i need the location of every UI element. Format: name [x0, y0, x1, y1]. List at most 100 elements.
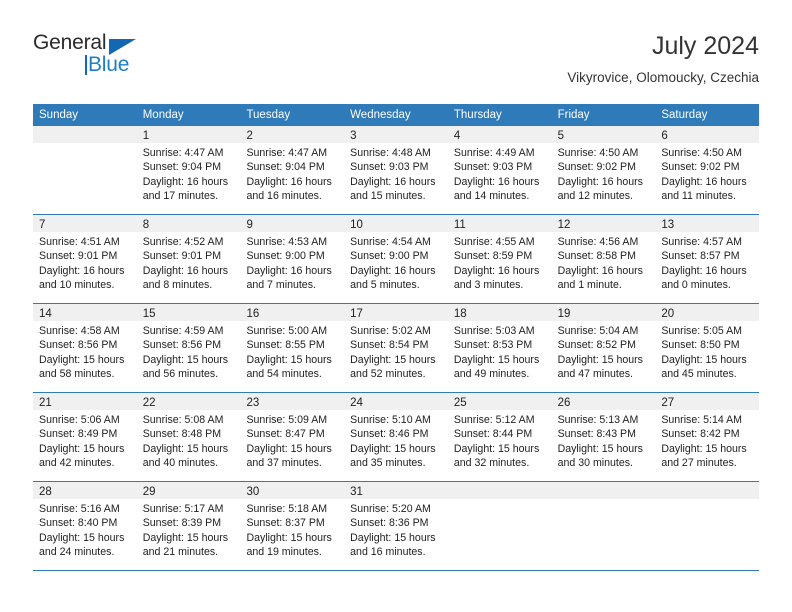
day-details: Sunrise: 5:06 AM Sunset: 8:49 PM Daylight:…: [33, 410, 137, 471]
calendar-day-cell[interactable]: 1 Sunrise: 4:47 AM Sunset: 9:04 PM Daylight…: [136, 126, 241, 214]
day-number: 17: [350, 308, 363, 320]
calendar-day-cell[interactable]: 10 Sunrise: 4:54 AM Sunset: 9:00 PM Dayligh…: [344, 215, 448, 303]
day-number-band: 3: [344, 126, 448, 143]
sunrise-text: Sunrise: 4:47 AM: [142, 147, 224, 159]
sunrise-text: Sunrise: 4:59 AM: [142, 325, 224, 337]
sunset-text: Sunset: 8:54 PM: [350, 339, 429, 352]
calendar-day-cell[interactable]: 31 Sunrise: 5:20 AM Sunset: 8:36 PM Dayligh…: [344, 482, 448, 570]
calendar-day-cell[interactable]: 4 Sunrise: 4:49 AM Sunset: 9:03 PM Daylight…: [447, 126, 552, 214]
calendar-day-cell[interactable]: 2 Sunrise: 4:47 AM Sunset: 9:04 PM Daylight…: [240, 126, 345, 214]
sunset-text: Sunset: 8:40 PM: [39, 517, 118, 530]
calendar-week-row: 14 Sunrise: 4:58 AM Sunset: 8:56 PM Dayligh…: [33, 303, 760, 392]
calendar-day-cell[interactable]: 26 Sunrise: 5:13 AM Sunset: 8:43 PM Dayligh…: [551, 393, 656, 481]
day-number-band: 6: [655, 126, 760, 143]
day-details: Sunrise: 4:57 AM Sunset: 8:57 PM Daylight:…: [655, 232, 759, 293]
calendar-day-cell[interactable]: 6 Sunrise: 4:50 AM Sunset: 9:02 PM Daylight…: [655, 126, 760, 214]
sunset-text: Sunset: 8:46 PM: [350, 428, 429, 441]
calendar-day-cell[interactable]: 25 Sunrise: 5:12 AM Sunset: 8:44 PM Dayligh…: [447, 393, 552, 481]
day-details: Sunrise: 4:50 AM Sunset: 9:02 PM Daylight:…: [552, 143, 656, 204]
daylight-text-cont: and 35 minutes.: [350, 457, 426, 470]
calendar-day-cell[interactable]: 16 Sunrise: 5:00 AM Sunset: 8:55 PM Dayligh…: [240, 304, 345, 392]
calendar-day-cell[interactable]: 14 Sunrise: 4:58 AM Sunset: 8:56 PM Dayligh…: [33, 304, 137, 392]
day-number: 3: [350, 130, 357, 142]
sunrise-text: Sunrise: 4:56 AM: [557, 236, 639, 248]
calendar-day-cell[interactable]: 21 Sunrise: 5:06 AM Sunset: 8:49 PM Dayligh…: [33, 393, 137, 481]
day-number: 26: [557, 397, 571, 409]
daylight-text: Daylight: 16 hours: [142, 175, 229, 188]
sunrise-text: Sunrise: 4:55 AM: [453, 236, 535, 248]
daylight-text: Daylight: 15 hours: [350, 531, 436, 544]
day-details: Sunrise: 4:48 AM Sunset: 9:03 PM Daylight:…: [344, 143, 448, 204]
daylight-text-cont: and 8 minutes.: [142, 279, 213, 292]
day-number-band: 25: [447, 393, 552, 410]
calendar-day-cell[interactable]: 3 Sunrise: 4:48 AM Sunset: 9:03 PM Daylight…: [344, 126, 448, 214]
daylight-text: Daylight: 16 hours: [350, 175, 436, 188]
day-number-band: 27: [655, 393, 760, 410]
calendar-day-cell[interactable]: 7 Sunrise: 4:51 AM Sunset: 9:01 PM Daylight…: [33, 215, 137, 303]
day-number-band: [551, 482, 656, 499]
calendar-day-cell[interactable]: 22 Sunrise: 5:08 AM Sunset: 8:48 PM Dayligh…: [136, 393, 241, 481]
calendar-day-cell[interactable]: 17 Sunrise: 5:02 AM Sunset: 8:54 PM Dayligh…: [344, 304, 448, 392]
day-details: Sunrise: 4:52 AM Sunset: 9:01 PM Daylight:…: [137, 232, 241, 293]
calendar-day-cell[interactable]: 8 Sunrise: 4:52 AM Sunset: 9:01 PM Daylight…: [136, 215, 241, 303]
day-number: 14: [39, 308, 52, 320]
daylight-text-cont: and 32 minutes.: [453, 457, 530, 470]
daylight-text: Daylight: 15 hours: [246, 442, 332, 455]
daylight-text-cont: and 52 minutes.: [350, 368, 426, 381]
general-blue-logo[interactable]: General Blue: [33, 31, 163, 83]
sunrise-text: Sunrise: 5:02 AM: [350, 325, 431, 337]
day-number-band: 7: [33, 215, 137, 232]
calendar-day-cell-empty: [447, 482, 552, 570]
weekday-header-thursday: Thursday: [453, 109, 502, 121]
calendar-day-cell[interactable]: 12 Sunrise: 4:56 AM Sunset: 8:58 PM Dayligh…: [551, 215, 656, 303]
day-number-band: 26: [551, 393, 656, 410]
day-details: Sunrise: 5:02 AM Sunset: 8:54 PM Daylight:…: [344, 321, 448, 382]
daylight-text-cont: and 45 minutes.: [661, 368, 737, 381]
calendar-day-cell[interactable]: 30 Sunrise: 5:18 AM Sunset: 8:37 PM Dayligh…: [240, 482, 345, 570]
day-number-band: 4: [447, 126, 552, 143]
daylight-text: Daylight: 16 hours: [246, 264, 332, 277]
day-number-band: 9: [240, 215, 345, 232]
sunset-text: Sunset: 9:00 PM: [350, 250, 429, 263]
calendar-day-cell[interactable]: 29 Sunrise: 5:17 AM Sunset: 8:39 PM Dayligh…: [136, 482, 241, 570]
day-number: 25: [453, 397, 467, 409]
calendar-day-cell[interactable]: 19 Sunrise: 5:04 AM Sunset: 8:52 PM Dayligh…: [551, 304, 656, 392]
calendar-day-cell[interactable]: 5 Sunrise: 4:50 AM Sunset: 9:02 PM Daylight…: [551, 126, 656, 214]
day-details: Sunrise: 5:00 AM Sunset: 8:55 PM Daylight:…: [240, 321, 344, 382]
day-number: 20: [661, 308, 675, 320]
daylight-text-cont: and 10 minutes.: [39, 279, 115, 292]
calendar-day-cell[interactable]: 11 Sunrise: 4:55 AM Sunset: 8:59 PM Dayligh…: [447, 215, 552, 303]
calendar-day-cell[interactable]: 27 Sunrise: 5:14 AM Sunset: 8:42 PM Dayligh…: [655, 393, 760, 481]
day-number-band: 20: [655, 304, 760, 321]
daylight-text-cont: and 30 minutes.: [557, 457, 633, 470]
calendar-weeks: 1 Sunrise: 4:47 AM Sunset: 9:04 PM Daylight…: [33, 126, 760, 570]
daylight-text-cont: and 5 minutes.: [350, 279, 420, 292]
page-title: July 2024: [651, 32, 759, 60]
sunrise-text: Sunrise: 5:09 AM: [246, 414, 328, 426]
day-number-band: [447, 482, 552, 499]
calendar-day-cell[interactable]: 9 Sunrise: 4:53 AM Sunset: 9:00 PM Daylight…: [240, 215, 345, 303]
calendar-day-cell[interactable]: 20 Sunrise: 5:05 AM Sunset: 8:50 PM Dayligh…: [655, 304, 760, 392]
sunset-text: Sunset: 8:52 PM: [557, 339, 636, 352]
calendar-day-cell[interactable]: 15 Sunrise: 4:59 AM Sunset: 8:56 PM Dayligh…: [136, 304, 241, 392]
daylight-text-cont: and 17 minutes.: [142, 190, 219, 203]
day-number: 30: [246, 486, 260, 498]
sunset-text: Sunset: 8:37 PM: [246, 517, 325, 530]
day-number-band: [655, 482, 760, 499]
sunset-text: Sunset: 8:59 PM: [453, 250, 533, 263]
calendar-day-cell[interactable]: 24 Sunrise: 5:10 AM Sunset: 8:46 PM Dayligh…: [344, 393, 448, 481]
daylight-text-cont: and 0 minutes.: [661, 279, 731, 292]
sunrise-text: Sunrise: 4:49 AM: [453, 147, 535, 159]
day-number: 12: [557, 219, 571, 231]
calendar-day-cell[interactable]: 13 Sunrise: 4:57 AM Sunset: 8:57 PM Dayligh…: [655, 215, 760, 303]
calendar-day-cell[interactable]: 18 Sunrise: 5:03 AM Sunset: 8:53 PM Dayligh…: [447, 304, 552, 392]
daylight-text: Daylight: 15 hours: [453, 442, 540, 455]
sunrise-text: Sunrise: 4:48 AM: [350, 147, 431, 159]
day-number-band: 18: [447, 304, 552, 321]
daylight-text: Daylight: 15 hours: [246, 531, 332, 544]
title-block: July 2024 Vikyrovice, Olomoucky, Czechia: [567, 31, 759, 88]
calendar-day-cell[interactable]: 23 Sunrise: 5:09 AM Sunset: 8:47 PM Dayligh…: [240, 393, 345, 481]
sunset-text: Sunset: 8:49 PM: [39, 428, 118, 441]
daylight-text-cont: and 47 minutes.: [557, 368, 633, 381]
calendar-day-cell[interactable]: 28 Sunrise: 5:16 AM Sunset: 8:40 PM Dayligh…: [33, 482, 137, 570]
